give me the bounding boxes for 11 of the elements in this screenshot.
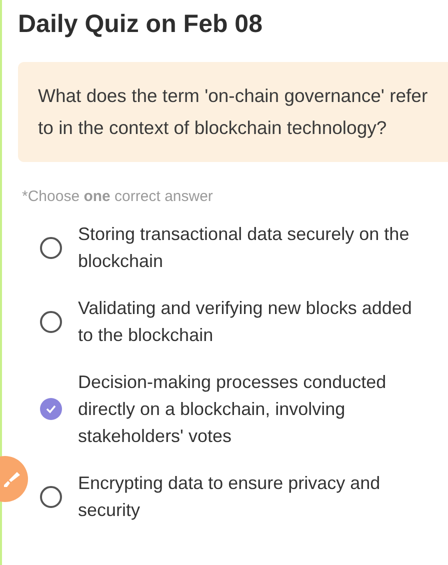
radio-button[interactable] [40, 236, 62, 258]
answer-option[interactable]: Encrypting data to ensure privacy and security [78, 470, 428, 524]
checked-radio-icon[interactable] [40, 398, 62, 420]
radio-button[interactable] [40, 486, 62, 508]
instruction-text: *Choose one correct answer [22, 187, 214, 207]
question-text: What does the term 'on-chain governance' refer to in the context of blockchain technology? [38, 84, 429, 140]
quiz-title: Daily Quiz on Feb 08 [18, 9, 264, 40]
answer-option[interactable]: Storing transactional data securely on the blockchain [78, 220, 428, 274]
radio-button[interactable] [40, 310, 62, 332]
answer-option[interactable]: Decision-making processes conducted directly on a blockchain, involving stakeholders' votes [78, 368, 428, 450]
answer-option[interactable]: Validating and verifying new blocks added to the blockchain [78, 294, 428, 348]
